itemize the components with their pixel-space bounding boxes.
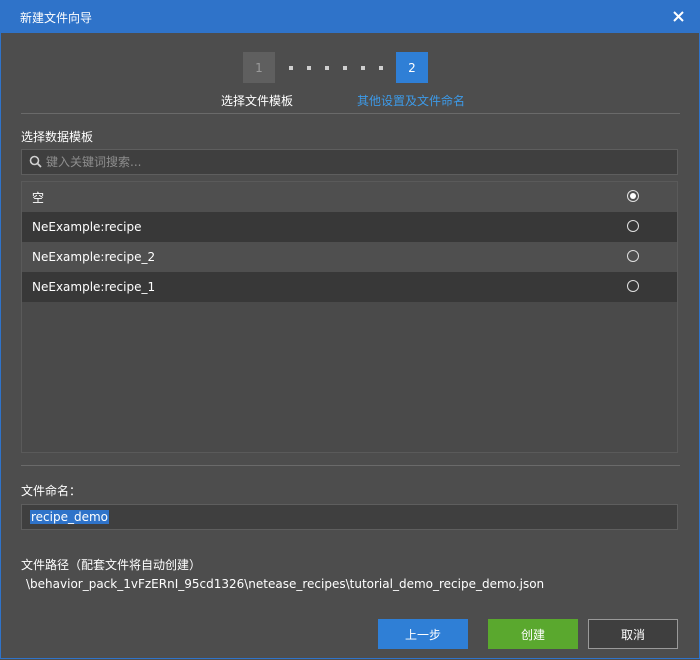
template-search-box[interactable] [21,149,678,175]
template-item-empty[interactable]: 空 [22,182,677,212]
search-icon [29,155,42,168]
window-title: 新建文件向导 [20,11,93,25]
step-1-label: 选择文件模板 [221,94,294,108]
filename-value: recipe_demo [30,510,110,524]
template-item-label: NeExample:recipe_2 [32,250,156,264]
step-2-indicator: 2 [396,52,428,83]
close-button[interactable] [668,6,688,26]
list-divider [21,465,680,466]
template-item-label: NeExample:recipe_1 [32,280,156,294]
template-radio[interactable] [627,250,639,262]
template-section-label: 选择数据模板 [21,130,94,144]
filename-label: 文件命名： [21,484,82,498]
template-item-recipe-1[interactable]: NeExample:recipe_1 [22,272,677,302]
close-icon [672,10,684,22]
template-item-label: NeExample:recipe [32,220,142,234]
step-1-indicator: 1 [243,52,275,83]
previous-step-button[interactable]: 上一步 [378,619,468,649]
template-radio[interactable] [627,280,639,292]
template-search-input[interactable] [44,152,668,172]
file-path-label: 文件路径（配套文件将自动创建） [21,558,202,572]
file-path-value: \behavior_pack_1vFzERnI_95cd1326\netease… [26,577,545,591]
step-progress-dots [289,66,383,70]
create-button[interactable]: 创建 [488,619,578,649]
cancel-button[interactable]: 取消 [588,619,678,649]
template-item-label: 空 [32,190,45,205]
template-radio[interactable] [627,220,639,232]
step-2-label: 其他设置及文件命名 [357,94,466,108]
template-item-recipe[interactable]: NeExample:recipe [22,212,677,242]
template-radio-selected[interactable] [627,190,639,202]
stepper-divider [21,113,680,114]
template-list[interactable]: 空 NeExample:recipe NeExample:recipe_2 Ne… [21,181,678,453]
title-bar: 新建文件向导 [0,0,700,33]
filename-input[interactable]: recipe_demo [21,504,678,530]
template-item-recipe-2[interactable]: NeExample:recipe_2 [22,242,677,272]
